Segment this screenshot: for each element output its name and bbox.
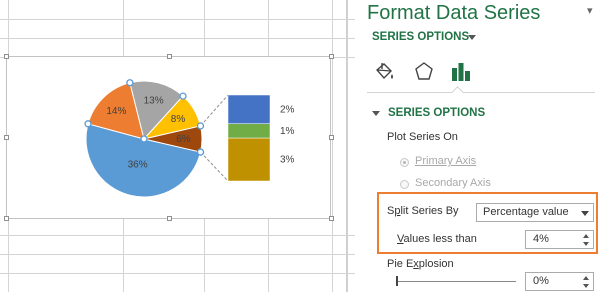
spin-down-icon[interactable] bbox=[583, 242, 589, 246]
pie-data-label: 14% bbox=[106, 106, 126, 117]
section-title[interactable]: SERIES OPTIONS bbox=[388, 107, 485, 119]
resize-handle[interactable] bbox=[329, 135, 334, 140]
plot-series-on-label: Plot Series On bbox=[387, 131, 458, 143]
series-selection-handle bbox=[140, 135, 148, 143]
tab-divider bbox=[367, 92, 595, 93]
bar-chart-options-icon[interactable] bbox=[450, 60, 472, 84]
chevron-down-icon[interactable] bbox=[468, 35, 476, 40]
pie-data-label: 8% bbox=[171, 114, 186, 125]
chart-area[interactable]: 36% 14% 13% 8% 6% 3% 1% 2% bbox=[6, 56, 331, 219]
pie-explosion-label: Pie Explosion bbox=[387, 258, 454, 270]
label-part: plosion bbox=[418, 258, 454, 270]
spin-down-icon[interactable] bbox=[583, 284, 589, 288]
pane-divider bbox=[346, 0, 348, 292]
values-less-than-value: 4% bbox=[533, 233, 549, 245]
bar-segment bbox=[227, 94, 271, 124]
series-selection-handle bbox=[126, 79, 134, 87]
grid-line bbox=[0, 19, 355, 20]
label-part: Pie E bbox=[387, 258, 414, 270]
secondary-axis-label: Secondary Axis bbox=[415, 177, 491, 189]
bar-data-label: 2% bbox=[280, 104, 295, 115]
bar-segment bbox=[227, 123, 271, 139]
series-options-dropdown[interactable]: SERIES OPTIONS bbox=[372, 31, 469, 43]
connector-line bbox=[200, 151, 229, 182]
split-series-by-label: Split Series By bbox=[387, 205, 459, 217]
secondary-axis-radio[interactable] bbox=[400, 180, 409, 189]
pie-explosion-spinner[interactable]: 0% bbox=[525, 272, 594, 291]
resize-handle[interactable] bbox=[4, 216, 9, 221]
grid-line bbox=[0, 273, 355, 274]
pie-explosion-slider-thumb[interactable] bbox=[396, 276, 398, 286]
resize-handle[interactable] bbox=[4, 135, 9, 140]
paint-bucket-icon[interactable] bbox=[373, 60, 395, 84]
active-tab-caret bbox=[451, 86, 464, 99]
series-selection-handle bbox=[196, 148, 205, 156]
spin-up-icon[interactable] bbox=[583, 276, 589, 280]
pie-data-label: 13% bbox=[144, 96, 164, 107]
pentagon-effects-icon[interactable] bbox=[413, 60, 435, 84]
primary-axis-radio[interactable] bbox=[400, 158, 409, 167]
connector-lines bbox=[200, 94, 229, 182]
values-less-than-spinner[interactable]: 4% bbox=[525, 230, 594, 249]
split-series-by-value: Percentage value bbox=[483, 206, 569, 218]
label-part: alues less than bbox=[403, 233, 477, 245]
chevron-down-icon[interactable] bbox=[581, 211, 589, 216]
series-selection-handle bbox=[196, 122, 205, 130]
grid-line bbox=[0, 38, 355, 39]
resize-handle[interactable] bbox=[167, 54, 172, 59]
pie-explosion-value: 0% bbox=[533, 275, 549, 287]
spin-up-icon[interactable] bbox=[583, 234, 589, 238]
pane-title: Format Data Series bbox=[367, 2, 541, 24]
resize-handle[interactable] bbox=[329, 54, 334, 59]
bar-segment bbox=[227, 137, 271, 182]
series-selection-handle bbox=[84, 120, 92, 128]
primary-axis-label: Primary Axis bbox=[415, 155, 476, 167]
series-selection-handle bbox=[179, 92, 187, 100]
grid-line bbox=[0, 235, 355, 236]
format-data-series-pane: Format Data Series ▾ SERIES OPTIONS SERI… bbox=[355, 0, 600, 292]
pie-data-label: 6% bbox=[176, 134, 191, 145]
bar-data-label: 3% bbox=[280, 155, 295, 166]
bar-of-pie-chart: 36% 14% 13% 8% 6% 3% 1% 2% bbox=[84, 79, 295, 198]
close-icon[interactable]: ▾ bbox=[587, 4, 593, 17]
bar-stack-group: 3% 1% 2% bbox=[227, 94, 295, 182]
pie-data-label: 36% bbox=[128, 159, 148, 170]
label-part: lit Series By bbox=[400, 205, 459, 217]
pie-explosion-slider[interactable] bbox=[396, 281, 516, 282]
split-series-by-select[interactable]: Percentage value bbox=[476, 203, 594, 222]
resize-handle[interactable] bbox=[167, 216, 172, 221]
values-less-than-label: Values less than bbox=[397, 233, 477, 245]
primary-axis-label-text: Primary Axis bbox=[415, 155, 477, 167]
connector-line bbox=[200, 94, 229, 127]
grid-line bbox=[0, 254, 355, 255]
resize-handle[interactable] bbox=[329, 216, 334, 221]
spreadsheet-grid[interactable]: 36% 14% 13% 8% 6% 3% 1% 2% bbox=[0, 0, 355, 292]
bar-data-label: 1% bbox=[280, 126, 295, 137]
collapse-triangle-icon[interactable] bbox=[372, 111, 380, 116]
grid-line bbox=[332, 0, 333, 292]
resize-handle[interactable] bbox=[4, 54, 9, 59]
